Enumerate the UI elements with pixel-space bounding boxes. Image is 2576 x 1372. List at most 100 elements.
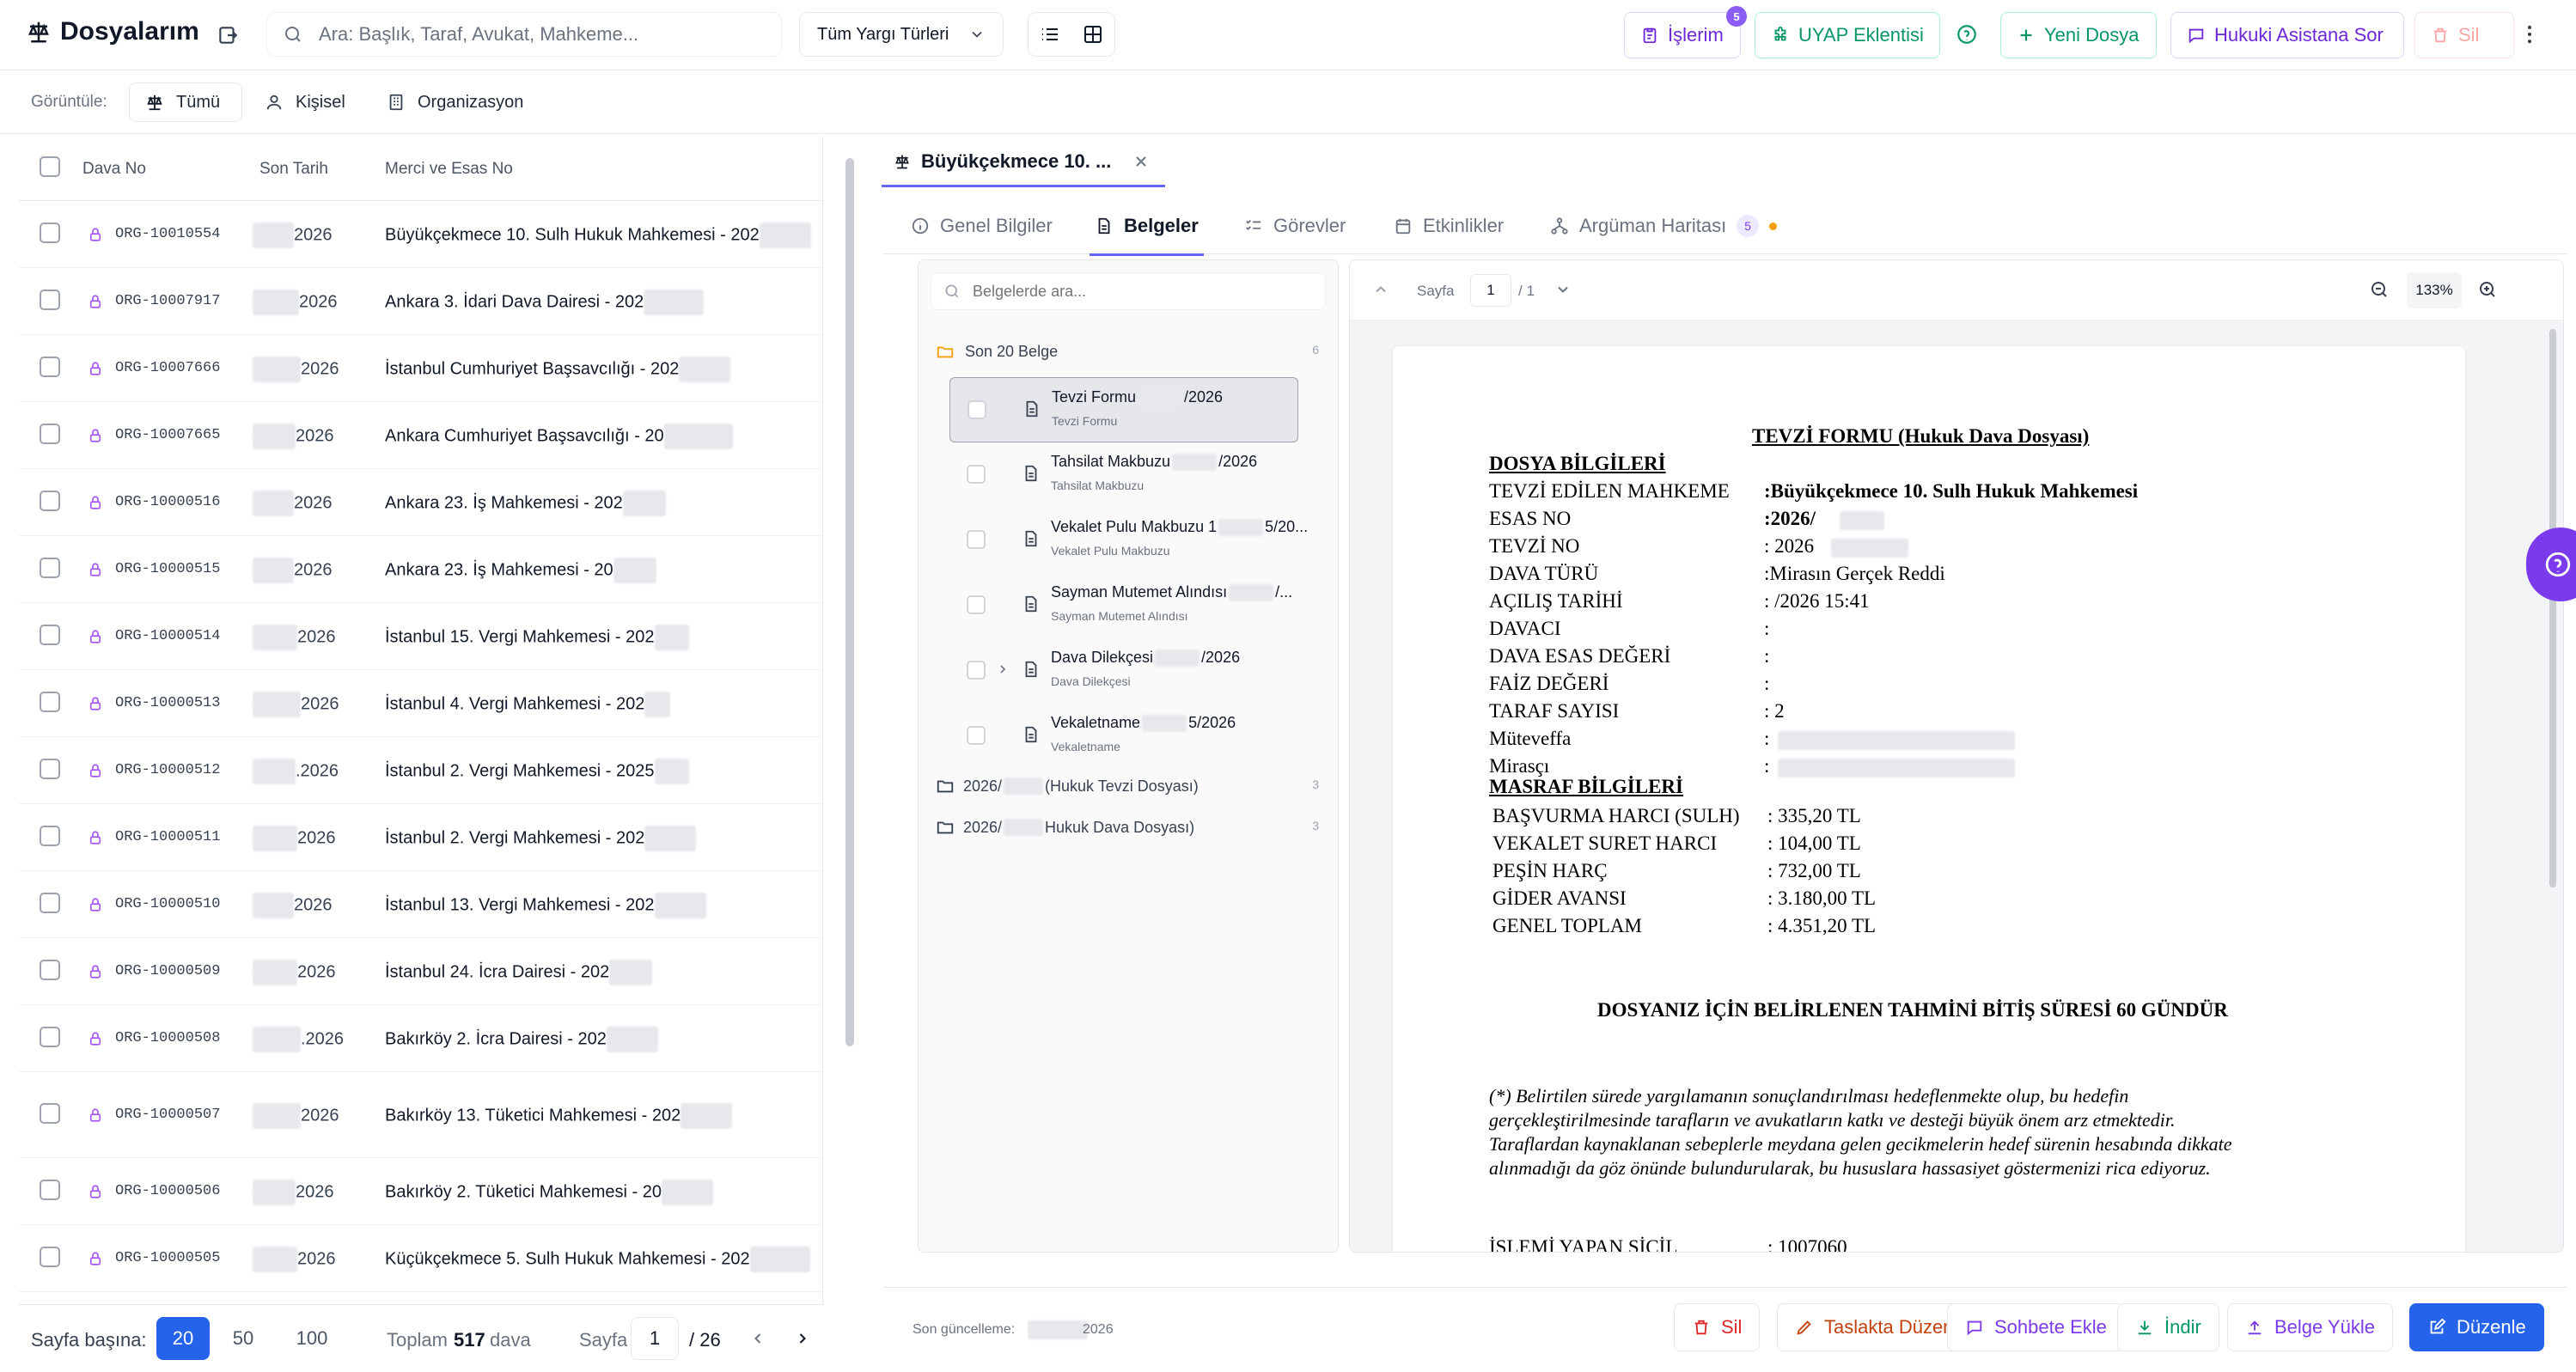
table-row[interactable]: ORG-10000509 2026 İstanbul 24. İcra Daires… xyxy=(19,938,822,1005)
recent-documents-label: Son 20 Belge xyxy=(965,342,1059,360)
jurisdiction-select[interactable]: Tüm Yargı Türleri xyxy=(799,12,1004,57)
table-row[interactable]: ORG-10000515 2026 Ankara 23. İş Mahkemesi … xyxy=(19,536,822,603)
viewer-page-input[interactable]: 1 xyxy=(1470,274,1511,307)
document-checkbox[interactable] xyxy=(967,595,986,614)
row-checkbox[interactable] xyxy=(40,223,60,243)
row-checkbox[interactable] xyxy=(40,1180,60,1200)
tab-general-info[interactable]: Genel Bilgiler xyxy=(906,198,1058,254)
document-item[interactable]: Tahsilat Makbuzu/2026 Tahsilat Makbuzu xyxy=(949,442,1298,508)
document-folder[interactable]: 2026/Hukuk Dava Dosyası) 3 xyxy=(936,814,1322,841)
recent-documents-count: 6 xyxy=(1312,343,1319,357)
new-file-button[interactable]: Yeni Dosya xyxy=(2000,12,2157,58)
row-checkbox[interactable] xyxy=(40,424,60,444)
search-input[interactable] xyxy=(319,23,731,46)
table-row[interactable]: ORG-10000510 2026 İstanbul 13. Vergi Mahke… xyxy=(19,871,822,938)
delete-document-button[interactable]: Sil xyxy=(1674,1303,1761,1351)
tab-documents[interactable]: Belgeler xyxy=(1090,198,1204,256)
row-checkbox[interactable] xyxy=(40,625,60,645)
table-row[interactable]: ORG-10000514 2026 İstanbul 15. Vergi Mahke… xyxy=(19,603,822,670)
document-item[interactable]: Vekaletname 5/2026 Vekaletname xyxy=(949,704,1298,769)
table-row[interactable]: ORG-10007917 2026 Ankara 3. İdari Dava Dai… xyxy=(19,268,822,335)
tab-tasks[interactable]: Görevler xyxy=(1239,198,1351,254)
per-page-50[interactable]: 50 xyxy=(217,1317,270,1360)
row-checkbox[interactable] xyxy=(40,491,60,511)
zoom-in-icon[interactable] xyxy=(2477,279,2498,300)
doc-field-label: DAVA TÜRÜ xyxy=(1489,563,1599,584)
next-page-button[interactable] xyxy=(785,1317,820,1360)
document-checkbox[interactable] xyxy=(967,726,986,745)
table-row[interactable]: ORG-10000512 .2026 İstanbul 2. Vergi Mahke… xyxy=(19,737,822,804)
row-checkbox[interactable] xyxy=(40,357,60,377)
add-to-chat-button[interactable]: Sohbete Ekle xyxy=(1947,1303,2125,1351)
table-row[interactable]: ORG-10007666 2026 İstanbul Cumhuriyet Başs… xyxy=(19,335,822,402)
zoom-out-icon[interactable] xyxy=(2369,279,2390,300)
grid-view-icon[interactable] xyxy=(1083,24,1103,45)
document-search[interactable] xyxy=(931,272,1326,310)
table-row[interactable]: ORG-10000508 .2026 Bakırköy 2. İcra Daires… xyxy=(19,1005,822,1072)
document-checkbox[interactable] xyxy=(968,400,986,419)
doc-cost-value: : 4.351,20 TL xyxy=(1767,915,1877,936)
row-checkbox[interactable] xyxy=(40,1103,60,1124)
list-view-icon[interactable] xyxy=(1040,24,1060,45)
redacted-number xyxy=(1155,649,1200,668)
table-row[interactable]: ORG-10000507 2026 Bakırköy 13. Tüketici Ma… xyxy=(19,1072,822,1158)
tab-argument-map[interactable]: Argüman Haritası 5 xyxy=(1545,198,1782,254)
download-button[interactable]: İndir xyxy=(2117,1303,2219,1351)
row-checkbox[interactable] xyxy=(40,692,60,712)
document-item[interactable]: Tevzi Formu/2026 Tevzi Formu xyxy=(949,377,1298,442)
document-checkbox[interactable] xyxy=(967,465,986,484)
filter-personal[interactable]: Kişisel xyxy=(249,82,361,122)
row-checkbox[interactable] xyxy=(40,826,60,846)
tab-events[interactable]: Etkinlikler xyxy=(1389,198,1509,254)
row-checkbox[interactable] xyxy=(40,759,60,779)
filter-all[interactable]: Tümü xyxy=(129,82,242,122)
legal-assistant-button[interactable]: Hukuki Asistana Sor xyxy=(2170,12,2404,58)
row-checkbox[interactable] xyxy=(40,558,60,578)
document-search-input[interactable] xyxy=(973,282,1299,301)
page-input[interactable]: 1 xyxy=(631,1317,679,1360)
uyap-extension-button[interactable]: UYAP Eklentisi xyxy=(1755,12,1940,58)
chevron-up-icon[interactable] xyxy=(1372,281,1389,298)
prev-page-button[interactable] xyxy=(741,1317,775,1360)
more-vertical-icon[interactable] xyxy=(2518,22,2542,46)
edit-button[interactable]: Düzenle xyxy=(2409,1303,2544,1351)
row-checkbox[interactable] xyxy=(40,893,60,913)
per-page-100[interactable]: 100 xyxy=(282,1317,342,1360)
document-checkbox[interactable] xyxy=(967,661,986,680)
row-checkbox[interactable] xyxy=(40,290,60,310)
viewer-scrollbar[interactable] xyxy=(2549,329,2556,887)
filter-organization[interactable]: Organizasyon xyxy=(371,82,540,122)
chevron-right-icon[interactable] xyxy=(996,662,1010,676)
chevron-down-icon[interactable] xyxy=(1554,281,1572,298)
table-row[interactable]: ORG-10000511 2026 İstanbul 2. Vergi Mahkem… xyxy=(19,804,822,871)
document-item[interactable]: Vekalet Pulu Makbuzu 1 5/20... Vekalet Pul… xyxy=(949,508,1308,573)
table-row[interactable]: ORG-10000513 2026 İstanbul 4. Vergi Mahkem… xyxy=(19,670,822,737)
document-item[interactable]: Sayman Mutemet Alındısı/... Sayman Muteme… xyxy=(949,573,1298,638)
help-circle-icon[interactable] xyxy=(1956,23,1978,46)
table-row[interactable]: ORG-10007665 2026 Ankara Cumhuriyet Başsav… xyxy=(19,402,822,469)
export-icon[interactable] xyxy=(217,24,239,46)
close-icon[interactable] xyxy=(1132,153,1150,170)
upload-document-button[interactable]: Belge Yükle xyxy=(2227,1303,2394,1351)
list-scrollbar[interactable] xyxy=(845,158,854,1046)
islerim-button[interactable]: İşlerim 5 xyxy=(1624,6,1747,58)
document-folder[interactable]: 2026/ (Hukuk Tevzi Dosyası) 3 xyxy=(936,772,1322,800)
table-row[interactable]: ORG-10000505 2026 Küçükçekmece 5. Sulh Huk… xyxy=(19,1225,822,1292)
delete-button-disabled[interactable]: Sil xyxy=(2414,12,2514,58)
row-checkbox[interactable] xyxy=(40,1027,60,1047)
case-number: ORG-10000509 xyxy=(115,963,221,979)
search-bar[interactable] xyxy=(266,12,782,57)
row-checkbox[interactable] xyxy=(40,1247,60,1267)
row-checkbox[interactable] xyxy=(40,960,60,980)
open-file-tab[interactable]: Büyükçekmece 10. ... xyxy=(882,137,1165,187)
table-row[interactable]: ORG-10000516 2026 Ankara 23. İş Mahkemesi … xyxy=(19,469,822,536)
table-row[interactable]: ORG-10010554 2026 Büyükçekmece 10. Sulh Hu… xyxy=(19,201,822,268)
per-page-20[interactable]: 20 xyxy=(156,1317,210,1360)
select-all-checkbox[interactable] xyxy=(40,156,60,177)
document-checkbox[interactable] xyxy=(967,530,986,549)
delete-label: Sil xyxy=(2458,24,2480,46)
document-item[interactable]: Dava Dilekçesi/2026 Dava Dilekçesi xyxy=(949,638,1298,704)
folder-icon xyxy=(936,777,955,796)
recent-documents-folder[interactable]: Son 20 Belge 6 xyxy=(936,338,1322,365)
table-row[interactable]: ORG-10000506 2026 Bakırköy 2. Tüketici Mah… xyxy=(19,1158,822,1225)
